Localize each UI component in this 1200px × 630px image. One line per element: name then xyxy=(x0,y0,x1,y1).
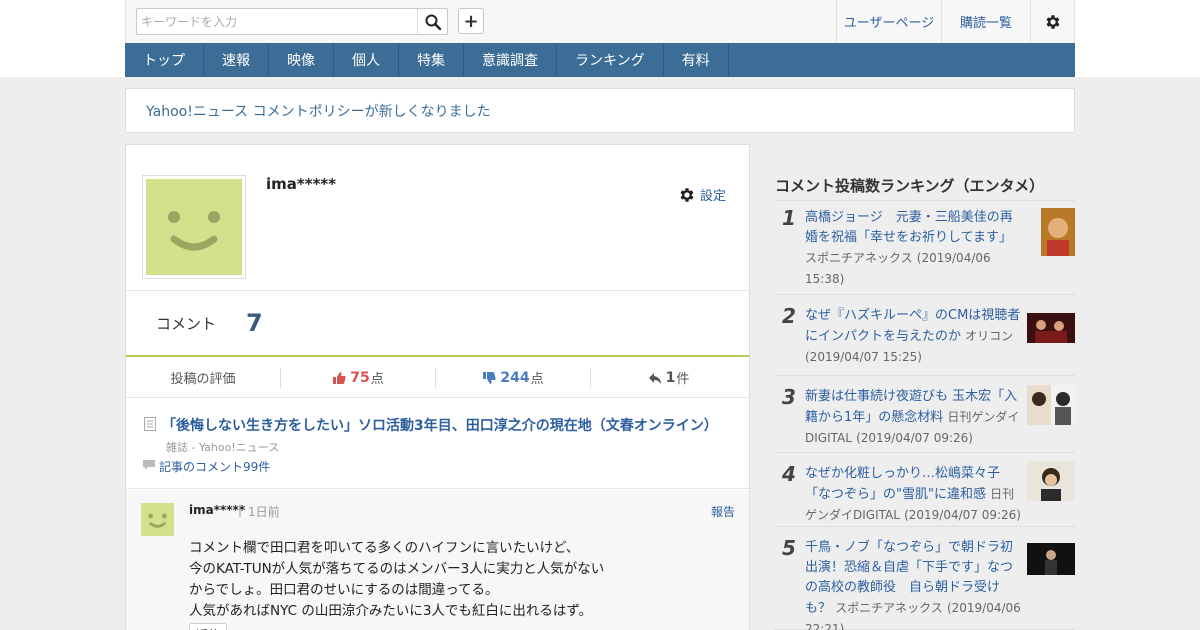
user-page-link[interactable]: ユーザーページ xyxy=(836,0,941,43)
nav-individual[interactable]: 個人 xyxy=(334,43,399,77)
speech-bubble-icon xyxy=(143,460,155,470)
comment-separator: | xyxy=(238,503,243,517)
replies-unit: 件 xyxy=(676,372,690,387)
ranking-item: 1 高橋ジョージ 元妻・三船美佳の再婚を祝福「幸せをお祈りしてます」 スポニチア… xyxy=(775,198,1075,295)
profile-panel: ima***** 設定 コメント 7 投稿の評価 75 点 244 点 1 件 … xyxy=(125,144,750,630)
comment-time: 1日前 xyxy=(248,505,280,519)
search-box[interactable] xyxy=(136,8,448,35)
article-block: 「後悔しない生き方をしたい」ソロ活動3年目、田口淳之介の現在地（文春オンライン）… xyxy=(126,399,749,489)
ranking-article-link[interactable]: 高橋ジョージ 元妻・三船美佳の再婚を祝福「幸せをお祈りしてます」 xyxy=(805,210,1013,245)
comment-username: ima***** xyxy=(189,503,246,517)
dislikes-count: 244 xyxy=(500,369,530,386)
policy-notice: Yahoo!ニュース コメントポリシーが新しくなりました xyxy=(125,88,1075,133)
search-icon xyxy=(425,14,441,30)
subscriptions-link[interactable]: 購読一覧 xyxy=(941,0,1030,43)
rank-number: 4 xyxy=(782,462,796,486)
header-bar: + ユーザーページ 購読一覧 xyxy=(125,0,1075,43)
replies-stat: 1 件 xyxy=(591,368,746,388)
ranking-item: 4 なぜか化粧しっかり…松嶋菜々子「なつぞら」の"雪肌"に違和感 日刊ゲンダイD… xyxy=(775,454,1075,527)
ranking-item: 5 千鳥・ノブ「なつぞら」で朝ドラ初出演！恐縮＆自虐「下手です」なつの高校の教師… xyxy=(775,528,1075,630)
thumbs-up-icon xyxy=(333,371,346,384)
evaluation-label: 投稿の評価 xyxy=(126,367,281,388)
profile-settings-link[interactable]: 設定 xyxy=(678,185,726,204)
ranking-date: (2019/04/07 15:25) xyxy=(805,350,922,364)
rank-number: 3 xyxy=(782,385,796,409)
gear-icon xyxy=(680,187,694,202)
article-comments-link[interactable]: 記事のコメント99件 xyxy=(159,458,270,475)
main-nav: トップ 速報 映像 個人 特集 意識調査 ランキング 有料 xyxy=(125,43,1075,77)
nav-feature[interactable]: 特集 xyxy=(399,43,464,77)
nav-survey[interactable]: 意識調査 xyxy=(464,43,557,77)
rank-number: 2 xyxy=(782,304,796,328)
ranking-item: 2 なぜ『ハズキルーペ』のCMは視聴者にインパクトを与えたのか オリコン (20… xyxy=(775,296,1075,376)
comment-line: からでしょ。田口君のせいにするのは間違ってる。 xyxy=(189,582,499,598)
profile-username: ima***** xyxy=(266,175,337,193)
smiley-avatar-icon xyxy=(148,513,167,528)
reply-icon xyxy=(648,372,661,384)
comment-count: 7 xyxy=(246,309,263,337)
article-thumbnail[interactable] xyxy=(1027,461,1075,501)
comment-count-label: コメント xyxy=(156,314,217,333)
settings-label: 設定 xyxy=(700,189,727,204)
settings-button[interactable] xyxy=(1030,0,1075,43)
likes-unit: 点 xyxy=(370,372,384,387)
likes-stat: 75 点 xyxy=(281,367,436,388)
gear-icon xyxy=(1046,14,1060,29)
rank-number: 5 xyxy=(782,536,796,560)
document-icon xyxy=(144,417,156,431)
article-thumbnail[interactable] xyxy=(1027,313,1075,343)
comment-line: 今のKAT-TUNが人気が落ちてるのはメンバー3人に実力と人気がない xyxy=(189,561,605,577)
nav-paid[interactable]: 有料 xyxy=(664,43,729,77)
report-link[interactable]: 報告 xyxy=(711,503,735,520)
article-title-link[interactable]: 「後悔しない生き方をしたい」ソロ活動3年目、田口淳之介の現在地（文春オンライン） xyxy=(162,415,718,435)
smiley-avatar-icon xyxy=(146,179,242,275)
avatar xyxy=(142,175,246,279)
comment-line: 人気があればNYC の山田涼介みたいに3人でも紅白に出れるはず。 xyxy=(189,603,593,619)
ranking-source: スポニチアネックス xyxy=(805,251,913,265)
policy-notice-link[interactable]: Yahoo!ニュース コメントポリシーが新しくなりました xyxy=(146,101,491,121)
reply-button-label: 返信 xyxy=(196,626,220,630)
ranking-source: オリコン xyxy=(965,329,1014,343)
replies-count: 1 xyxy=(665,369,676,386)
evaluation-row: 投稿の評価 75 点 244 点 1 件 xyxy=(126,358,749,398)
article-thumbnail[interactable] xyxy=(1041,208,1075,256)
comment-line: コメント欄で田口君を叩いてる多くのハイフンに言いたいけど、 xyxy=(189,540,580,556)
plus-icon: + xyxy=(463,10,479,32)
nav-video[interactable]: 映像 xyxy=(269,43,334,77)
ranking-date: (2019/04/07 09:26) xyxy=(856,431,973,445)
rank-number: 1 xyxy=(782,206,796,230)
nav-breaking[interactable]: 速報 xyxy=(204,43,269,77)
ranking-article-link[interactable]: なぜか化粧しっかり…松嶋菜々子「なつぞら」の"雪肌"に違和感 xyxy=(805,466,1000,502)
article-thumbnail[interactable] xyxy=(1027,543,1075,575)
ranking-source: スポニチアネックス xyxy=(835,601,943,615)
ranking-date: (2019/04/07 09:26) xyxy=(904,508,1021,522)
search-input[interactable] xyxy=(141,13,411,31)
dislikes-unit: 点 xyxy=(530,372,544,387)
add-button[interactable]: + xyxy=(458,8,484,34)
dislikes-stat: 244 点 xyxy=(436,367,591,388)
search-button[interactable] xyxy=(417,9,447,34)
comment-body: コメント欄で田口君を叩いてる多くのハイフンに言いたいけど、 今のKAT-TUNが… xyxy=(189,538,604,622)
article-source: 雑誌 - Yahoo!ニュース xyxy=(166,441,280,454)
nav-ranking[interactable]: ランキング xyxy=(557,43,664,77)
article-thumbnail[interactable] xyxy=(1027,385,1075,425)
ranking-item: 3 新妻は仕事続け夜遊びも 玉木宏「入籍から1年」の懸念材料 日刊ゲンダイDIG… xyxy=(775,377,1075,453)
comment-avatar xyxy=(141,503,174,536)
nav-top[interactable]: トップ xyxy=(125,43,204,77)
thumbs-down-icon xyxy=(483,371,497,384)
reply-button[interactable]: 返信 xyxy=(189,623,228,630)
likes-count: 75 xyxy=(350,369,370,386)
comment-item: ima***** | 1日前 報告 コメント欄で田口君を叩いてる多くのハイフンに… xyxy=(126,490,749,630)
comment-count-row: コメント 7 xyxy=(126,290,749,357)
